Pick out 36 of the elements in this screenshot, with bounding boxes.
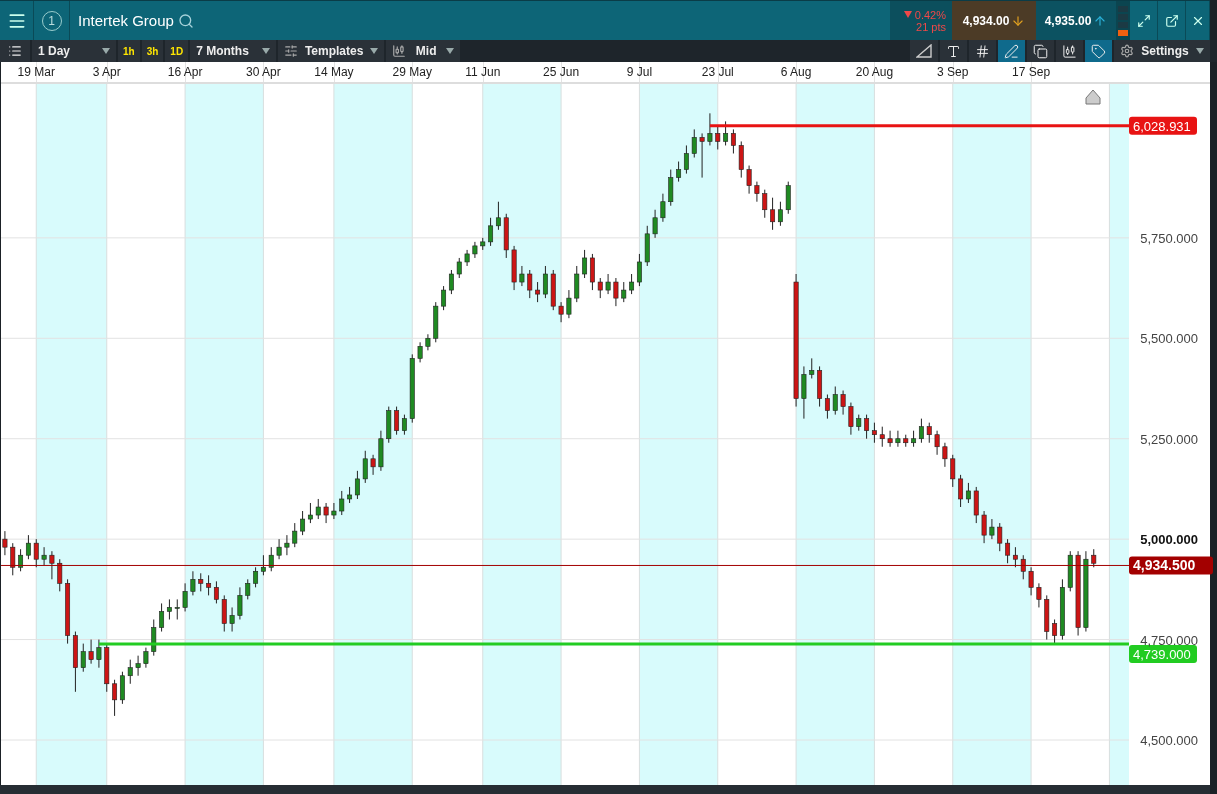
date-label: 16 Apr [167,65,203,79]
price-axis-label: 5,000.000 [1140,532,1198,548]
instrument-title: Intertek Group [78,12,174,29]
sell-price-button[interactable]: 4,934.00 [952,1,1036,40]
price-type-dropdown[interactable]: Mid [386,40,461,62]
templates-dropdown[interactable]: Templates [278,40,385,62]
quick-interval-button[interactable]: 1h [118,40,140,62]
price-level-value: 4,739.000 [1133,647,1191,662]
range-dropdown[interactable]: 7 Months [190,40,277,62]
date-label: 23 Jul [701,65,734,79]
date-label: 3 Apr [92,65,121,79]
date-label: 30 Apr [246,65,281,79]
date-label: 11 Jun [465,65,501,79]
price-level-value: 4,934.500 [1133,557,1196,574]
date-label: 6 Aug [780,65,812,79]
price-level-value: 6,028.931 [1133,118,1191,134]
price-axis-label: 5,500.000 [1140,331,1198,347]
date-label: 29 May [392,65,432,79]
date-label: 17 Sep [1012,65,1051,79]
interval-dropdown[interactable]: 1 Day [32,40,116,62]
price-axis-label: 5,250.000 [1140,431,1198,447]
quick-interval-button[interactable]: 3h [141,40,164,62]
date-label: 9 Jul [626,65,653,79]
date-label: 25 Jun [543,65,580,79]
date-label: 19 Mar [17,65,55,79]
change-percent: 0.42% [914,8,946,21]
change-points: 21 pts [916,20,946,33]
date-label: 20 Aug [855,65,894,79]
buy-price-button[interactable]: 4,935.00 [1036,1,1116,40]
date-label: 3 Sep [937,65,969,79]
date-label: 14 May [314,65,354,79]
quick-interval-button[interactable]: 1D [165,40,189,62]
price-axis-label: 5,750.000 [1140,230,1198,246]
price-axis-label: 4,750.000 [1140,632,1198,648]
settings-dropdown[interactable]: Settings [1114,40,1210,62]
price-axis-label: 4,500.000 [1140,733,1198,748]
